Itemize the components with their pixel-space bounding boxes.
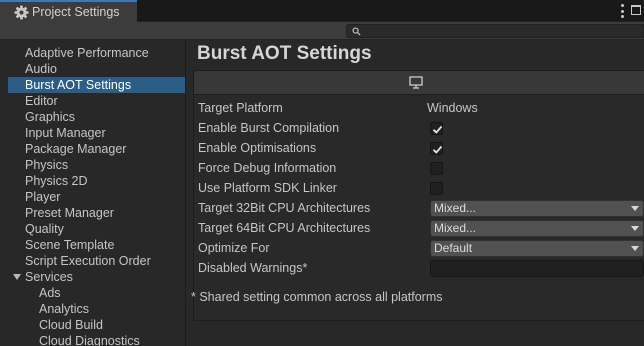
platform-tab-standalone[interactable]: [194, 71, 644, 95]
sidebar-item-editor[interactable]: Editor: [8, 93, 185, 109]
sidebar-item-preset-manager[interactable]: Preset Manager: [8, 205, 185, 221]
sidebar-item-label: Editor: [25, 94, 58, 108]
sidebar-item-package-manager[interactable]: Package Manager: [8, 141, 185, 157]
sidebar-item-graphics[interactable]: Graphics: [8, 109, 185, 125]
row-force-debug-information: Force Debug Information: [198, 159, 644, 179]
dropdown-value: Default: [434, 241, 473, 255]
sidebar-item-adaptive-performance[interactable]: Adaptive Performance: [8, 45, 185, 61]
page-title: Burst AOT Settings: [197, 43, 372, 64]
checkmark-icon: [432, 125, 443, 134]
chevron-down-icon: [631, 226, 639, 231]
chevron-down-icon: [631, 246, 639, 251]
sidebar-item-physics[interactable]: Physics: [8, 157, 185, 173]
optimize-for-dropdown[interactable]: Default: [430, 240, 644, 257]
enable-optimisations-checkbox[interactable]: [430, 142, 443, 155]
sidebar-item-scene-template[interactable]: Scene Template: [8, 237, 185, 253]
enable-burst-compilation-label: Enable Burst Compilation: [198, 121, 340, 135]
enable-burst-compilation-checkbox[interactable]: [430, 122, 443, 135]
optimize-for-label: Optimize For: [198, 241, 270, 255]
monitor-icon: [409, 76, 423, 89]
tab-bar: Project Settings: [0, 0, 644, 22]
sidebar-item-label: Analytics: [39, 302, 90, 316]
row-optimize-for: Optimize For Default: [198, 239, 644, 259]
search-icon: [352, 27, 361, 36]
tab-project-settings[interactable]: Project Settings: [0, 0, 137, 22]
sidebar-item-label: Services: [25, 270, 73, 284]
row-target-platform: Target Platform Windows: [198, 99, 644, 119]
target-64bit-cpu-label: Target 64Bit CPU Architectures: [198, 221, 371, 235]
settings-panel: Burst AOT Settings Target Platform Windo…: [187, 40, 644, 346]
dropdown-value: Mixed...: [434, 221, 477, 235]
sidebar-item-audio[interactable]: Audio: [8, 61, 185, 77]
toolbar: [0, 22, 644, 40]
project-settings-window: Project Settings Adaptive Performance Au…: [0, 0, 644, 346]
sidebar-item-label: Cloud Build: [39, 318, 103, 332]
maximize-icon[interactable]: [631, 5, 641, 15]
search-input[interactable]: [346, 24, 644, 38]
chevron-down-icon[interactable]: [13, 274, 21, 280]
sidebar-item-label: Ads: [39, 286, 61, 300]
target-64bit-cpu-dropdown[interactable]: Mixed...: [430, 220, 644, 237]
sidebar-item-label: Player: [25, 190, 61, 204]
force-debug-information-label: Force Debug Information: [198, 161, 337, 175]
disabled-warnings-label: Disabled Warnings*: [198, 261, 308, 275]
footnote: * Shared setting common across all platf…: [191, 290, 443, 304]
use-platform-sdk-linker-label: Use Platform SDK Linker: [198, 181, 337, 195]
sidebar-item-label: Script Execution Order: [25, 254, 151, 268]
sidebar-item-label: Physics: [25, 158, 69, 172]
platform-settings-box: Target Platform Windows Enable Burst Com…: [193, 70, 644, 321]
checkmark-icon: [432, 145, 443, 154]
sidebar-item-label: Graphics: [25, 110, 76, 124]
chevron-down-icon: [631, 206, 639, 211]
sidebar-item-label: Preset Manager: [25, 206, 114, 220]
sidebar-item-label: Scene Template: [25, 238, 115, 252]
sidebar-item-ads[interactable]: Ads: [8, 285, 185, 301]
row-use-platform-sdk-linker: Use Platform SDK Linker: [198, 179, 644, 199]
disabled-warnings-field[interactable]: [430, 260, 644, 277]
sidebar-item-label: Cloud Diagnostics: [39, 334, 140, 346]
sidebar-item-physics-2d[interactable]: Physics 2D: [8, 173, 185, 189]
sidebar-item-burst-aot-settings[interactable]: Burst AOT Settings: [8, 77, 185, 93]
sidebar-item-label: Input Manager: [25, 126, 106, 140]
sidebar-item-quality[interactable]: Quality: [8, 221, 185, 237]
row-enable-optimisations: Enable Optimisations: [198, 139, 644, 159]
use-platform-sdk-linker-checkbox[interactable]: [430, 182, 443, 195]
sidebar-item-label: Burst AOT Settings: [25, 78, 132, 92]
target-32bit-cpu-dropdown[interactable]: Mixed...: [430, 200, 644, 217]
sidebar-item-label: Quality: [25, 222, 64, 236]
sidebar-item-services[interactable]: Services: [8, 269, 185, 285]
row-enable-burst-compilation: Enable Burst Compilation: [198, 119, 644, 139]
force-debug-information-checkbox[interactable]: [430, 162, 443, 175]
sidebar-item-player[interactable]: Player: [8, 189, 185, 205]
sidebar-item-label: Physics 2D: [25, 174, 88, 188]
sidebar-item-label: Adaptive Performance: [25, 46, 149, 60]
target-platform-value: Windows: [427, 101, 478, 115]
sidebar-item-script-execution-order[interactable]: Script Execution Order: [8, 253, 185, 269]
sidebar-item-label: Audio: [25, 62, 57, 76]
target-platform-label: Target Platform: [198, 101, 283, 115]
sidebar-item-cloud-build[interactable]: Cloud Build: [8, 317, 185, 333]
row-target-64bit-cpu: Target 64Bit CPU Architectures Mixed...: [198, 219, 644, 239]
sidebar-item-input-manager[interactable]: Input Manager: [8, 125, 185, 141]
dropdown-value: Mixed...: [434, 201, 477, 215]
target-32bit-cpu-label: Target 32Bit CPU Architectures: [198, 201, 371, 215]
settings-sidebar: Adaptive Performance Audio Burst AOT Set…: [0, 40, 186, 346]
enable-optimisations-label: Enable Optimisations: [198, 141, 317, 155]
row-target-32bit-cpu: Target 32Bit CPU Architectures Mixed...: [198, 199, 644, 219]
more-options-icon[interactable]: [620, 4, 624, 18]
sidebar-item-cloud-diagnostics[interactable]: Cloud Diagnostics: [8, 333, 185, 346]
sidebar-item-analytics[interactable]: Analytics: [8, 301, 185, 317]
sidebar-item-label: Package Manager: [25, 142, 127, 156]
row-disabled-warnings: Disabled Warnings*: [198, 259, 644, 279]
tab-title: Project Settings: [32, 5, 120, 19]
gear-icon: [14, 4, 29, 20]
